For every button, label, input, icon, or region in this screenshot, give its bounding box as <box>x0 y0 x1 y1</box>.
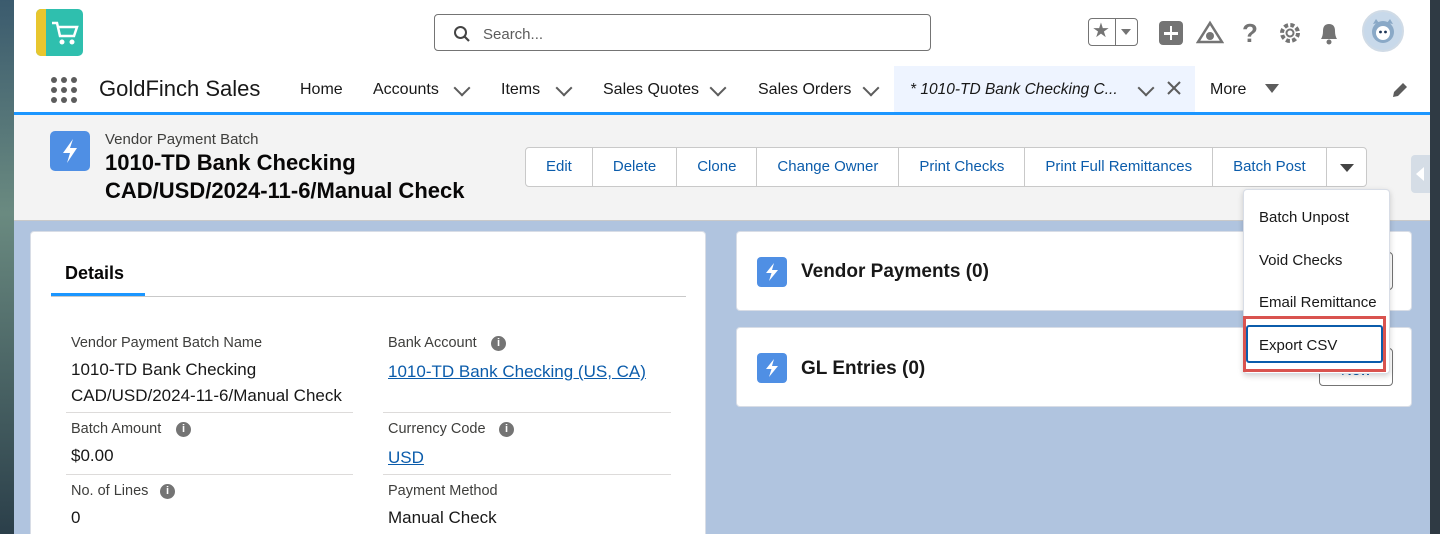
field-divider <box>383 412 671 413</box>
field-link-currency[interactable]: USD <box>388 448 424 468</box>
record-object-type: Vendor Payment Batch <box>105 131 259 148</box>
lightning-icon <box>766 359 778 377</box>
setup-gear-icon[interactable] <box>1277 20 1303 46</box>
info-icon[interactable]: i <box>491 336 506 351</box>
field-divider <box>66 474 353 475</box>
related-list-title[interactable]: Vendor Payments (0) <box>801 261 989 283</box>
app-logo[interactable] <box>36 9 83 56</box>
field-link-bank-account[interactable]: 1010-TD Bank Checking (US, CA) <box>388 362 646 382</box>
desktop-background-right <box>1430 0 1440 534</box>
tab-record-active[interactable]: * 1010-TD Bank Checking C... <box>894 66 1195 112</box>
chevron-down-icon[interactable] <box>709 79 727 97</box>
chevron-down-icon[interactable] <box>1137 79 1155 97</box>
print-checks-button[interactable]: Print Checks <box>899 148 1026 186</box>
menu-item-batch-unpost[interactable]: Batch Unpost <box>1259 209 1349 226</box>
field-value-batch-name-line-1: 1010-TD Bank Checking <box>71 360 257 379</box>
chevron-down-icon <box>1339 164 1354 172</box>
tabs-divider <box>51 296 686 297</box>
more-dropdown-icon[interactable] <box>1265 84 1279 93</box>
menu-item-void-checks[interactable]: Void Checks <box>1259 252 1342 269</box>
nav-item-accounts[interactable]: Accounts <box>373 81 439 99</box>
field-value-batch-name: 1010-TD Bank Checking CAD/USD/2024-11-6/… <box>71 357 342 409</box>
change-owner-button[interactable]: Change Owner <box>757 148 900 186</box>
chevron-down-icon[interactable] <box>453 79 471 97</box>
favorites-divider <box>1115 19 1116 45</box>
details-card: Details Vendor Payment Batch Name 1010-T… <box>30 231 706 534</box>
app-name: GoldFinch Sales <box>99 76 261 101</box>
cart-icon <box>52 21 79 45</box>
avatar[interactable] <box>1362 10 1404 52</box>
notification-bell-icon[interactable] <box>1317 20 1341 46</box>
record-icon <box>50 131 90 171</box>
field-label-batch-name: Vendor Payment Batch Name <box>71 335 263 351</box>
info-icon[interactable]: i <box>176 422 191 437</box>
desktop-background-left <box>0 0 14 534</box>
info-icon[interactable]: i <box>499 422 514 437</box>
chevron-down-icon[interactable] <box>555 79 573 97</box>
record-title: 1010-TD Bank Checking CAD/USD/2024-11-6/… <box>105 149 525 205</box>
record-title-line-1: 1010-TD Bank Checking <box>105 150 356 175</box>
related-list-icon <box>757 353 787 383</box>
record-title-line-2: CAD/USD/2024-11-6/Manual Check <box>105 178 465 203</box>
close-icon[interactable] <box>1167 81 1181 95</box>
nav-more[interactable]: More <box>1210 81 1246 99</box>
edit-pencil-icon[interactable] <box>1391 81 1409 99</box>
chevron-down-icon[interactable] <box>862 79 880 97</box>
record-header: Vendor Payment Batch 1010-TD Bank Checki… <box>14 115 1430 221</box>
lightning-icon <box>766 263 778 281</box>
navigation-bar: GoldFinch Sales Home Accounts Items Sale… <box>14 66 1430 115</box>
field-label-batch-amount: Batch Amount <box>71 421 162 437</box>
nav-item-items[interactable]: Items <box>501 81 540 99</box>
global-header: ★ ? <box>14 0 1430 66</box>
field-value-payment-method: Manual Check <box>388 508 497 527</box>
app-launcher-icon[interactable] <box>50 76 78 104</box>
field-value-lines: 0 <box>71 508 81 527</box>
menu-item-email-remittance[interactable]: Email Remittance <box>1259 294 1377 311</box>
trailhead-icon[interactable] <box>1196 20 1224 46</box>
field-label-bank-account: Bank Account <box>388 335 477 351</box>
search-icon <box>454 26 470 42</box>
add-icon[interactable] <box>1159 21 1183 45</box>
field-value-batch-amount: $0.00 <box>71 446 114 465</box>
tab-details[interactable]: Details <box>65 263 124 284</box>
favorites-button[interactable]: ★ <box>1088 18 1138 46</box>
search-input[interactable] <box>481 22 905 46</box>
chevron-left-icon <box>1416 167 1424 181</box>
tab-record-label: * 1010-TD Bank Checking C... <box>910 81 1118 98</box>
nav-item-sales-orders[interactable]: Sales Orders <box>758 81 851 99</box>
field-label-payment-method: Payment Method <box>388 483 498 499</box>
related-list-icon <box>757 257 787 287</box>
record-actions: Edit Delete Clone Change Owner Print Che… <box>525 147 1367 187</box>
field-divider <box>66 412 353 413</box>
astro-avatar-icon <box>1372 19 1394 43</box>
favorites-chevron-icon[interactable] <box>1121 29 1131 35</box>
utility-panel-toggle[interactable] <box>1411 155 1430 193</box>
lightning-icon <box>63 139 77 163</box>
more-actions-button[interactable] <box>1327 148 1366 186</box>
edit-button[interactable]: Edit <box>526 148 593 186</box>
global-search[interactable] <box>434 14 931 51</box>
field-label-currency: Currency Code <box>388 421 486 437</box>
favorites-star-icon: ★ <box>1092 20 1110 42</box>
field-divider <box>383 474 671 475</box>
batch-post-button[interactable]: Batch Post <box>1213 148 1327 186</box>
nav-item-sales-quotes[interactable]: Sales Quotes <box>603 81 699 99</box>
field-value-batch-name-line-2: CAD/USD/2024-11-6/Manual Check <box>71 386 342 405</box>
logo-strip <box>36 9 46 56</box>
nav-item-home[interactable]: Home <box>300 81 343 99</box>
field-label-lines: No. of Lines <box>71 483 149 499</box>
related-list-title[interactable]: GL Entries (0) <box>801 358 925 380</box>
annotation-highlight <box>1243 316 1386 372</box>
browser-content: ★ ? <box>14 0 1430 534</box>
clone-button[interactable]: Clone <box>677 148 758 186</box>
delete-button[interactable]: Delete <box>593 148 678 186</box>
print-full-remittances-button[interactable]: Print Full Remittances <box>1025 148 1214 186</box>
info-icon[interactable]: i <box>160 484 175 499</box>
help-icon[interactable]: ? <box>1238 20 1262 46</box>
